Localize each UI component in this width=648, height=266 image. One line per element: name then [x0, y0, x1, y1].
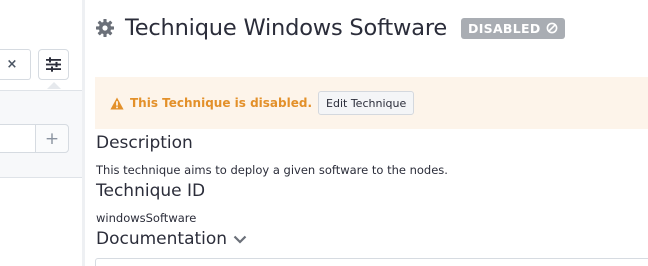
documentation-panel — [95, 258, 648, 266]
ban-icon — [546, 22, 557, 34]
chevron-down-icon[interactable] — [233, 235, 247, 244]
documentation-title: Documentation — [96, 229, 228, 249]
technique-id-title: Technique ID — [96, 181, 206, 201]
page-header: Technique Windows Software DISABLED — [95, 12, 565, 44]
status-badge-label: DISABLED — [468, 20, 541, 36]
technique-id-value: windowsSoftware — [96, 211, 197, 225]
sliders-icon — [46, 57, 61, 72]
page-title: Technique Windows Software — [125, 15, 448, 41]
popover-caret — [47, 82, 61, 89]
filter-input[interactable]: × — [0, 49, 31, 80]
divider — [0, 177, 82, 178]
description-title: Description — [96, 133, 193, 153]
close-icon[interactable]: × — [7, 57, 18, 72]
documentation-toggle[interactable]: Documentation — [96, 229, 247, 249]
gear-icon — [96, 19, 114, 37]
filter-settings-button[interactable] — [38, 49, 69, 80]
plus-icon: + — [44, 128, 60, 149]
app-root: × + Technique Windows Software DISABLED … — [0, 0, 648, 266]
disabled-alert: This Technique is disabled. Edit Techniq… — [95, 77, 648, 129]
edit-technique-button[interactable]: Edit Technique — [318, 91, 415, 115]
add-button[interactable]: + — [35, 124, 69, 153]
panel-resizer[interactable] — [82, 0, 85, 266]
description-text: This technique aims to deploy a given so… — [96, 163, 448, 177]
new-item-input[interactable] — [0, 124, 36, 153]
status-badge: DISABLED — [461, 17, 565, 39]
tree-filter-area: + — [0, 91, 82, 177]
warning-icon — [110, 97, 124, 109]
alert-message: This Technique is disabled. — [130, 96, 313, 110]
left-panel: × + — [0, 0, 82, 266]
clear-filter-button[interactable]: × — [0, 50, 30, 79]
